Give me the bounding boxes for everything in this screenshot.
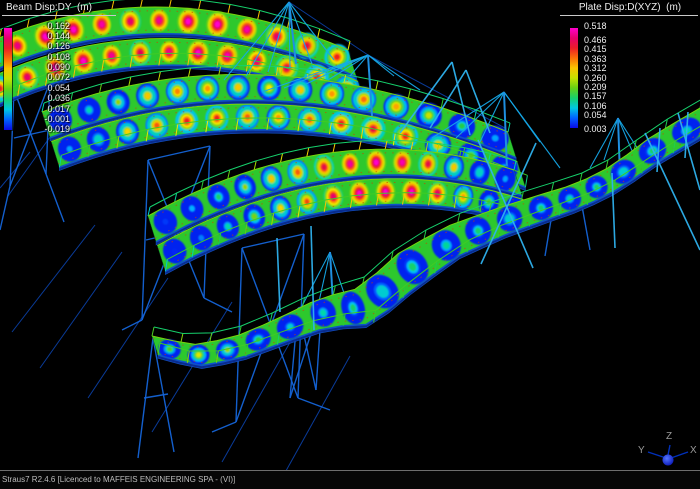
legend-value: 0.518 [584,21,644,31]
axis-z-line [668,445,670,455]
axis-y-line [648,452,666,458]
legend-plate-title: Plate Disp:D(XYZ) (m) [560,2,698,16]
legend-value: 0.090 [16,62,70,72]
legend-plate-colorbar [570,28,578,128]
legend-value: 0.036 [16,93,70,103]
legend-value: 0.162 [16,21,70,31]
axis-label-y: Y [638,445,645,456]
legend-value: -0.001 [16,114,70,124]
legend-value: 0.054 [584,110,644,120]
legend-value: 0.072 [16,72,70,82]
legend-beam-disp: Beam Disp:DY (m) 0.1620.1440.1260.1080.0… [2,2,116,16]
status-text: Straus7 R2.4.6 [Licenced to MAFFEIS ENGI… [2,475,235,484]
axis-origin-sphere [663,455,674,466]
axis-triad: Y Z X [630,432,700,470]
straus7-window: Beam Disp:DY (m) 0.1620.1440.1260.1080.0… [0,0,700,489]
legend-value: 0.126 [16,41,70,51]
legend-value: -0.019 [16,124,70,134]
legend-beam-title: Beam Disp:DY (m) [2,2,116,16]
legend-value: 0.144 [16,31,70,41]
model-viewport[interactable]: Beam Disp:DY (m) 0.1620.1440.1260.1080.0… [0,0,700,470]
legend-plate-disp: Plate Disp:D(XYZ) (m) 0.5180.4660.4150.3… [560,2,698,16]
legend-beam-colorbar [4,28,12,130]
legend-value: 0.108 [16,52,70,62]
legend-value: 0.017 [16,104,70,114]
axis-label-z: Z [666,431,672,442]
legend-value: 0.003 [584,124,644,134]
legend-value: 0.054 [16,83,70,93]
axis-x-line [671,452,688,458]
axis-label-x: X [690,445,697,456]
status-bar: Straus7 R2.4.6 [Licenced to MAFFEIS ENGI… [0,470,700,489]
